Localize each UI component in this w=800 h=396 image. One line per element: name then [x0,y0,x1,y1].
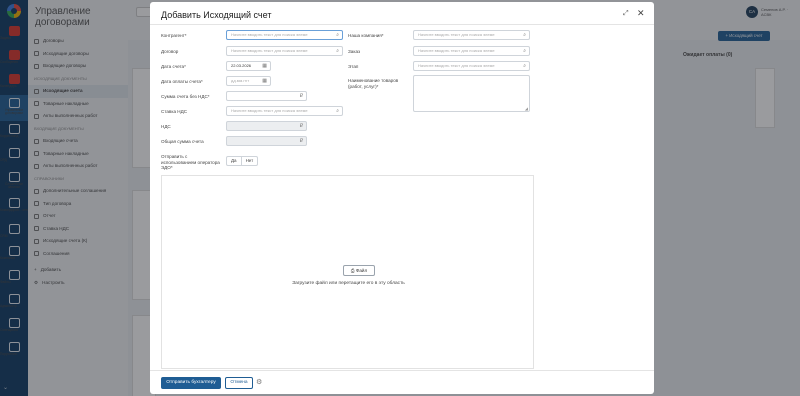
edo-label: Отправить с использованием оператора ЭДО… [161,154,220,170]
gear-icon[interactable]: ⚙ [256,379,262,387]
cancel-button[interactable]: Отмена [225,377,253,389]
total-label: Общая сумма счета [161,139,204,144]
resize-handle-icon[interactable]: ◢ [525,106,528,111]
vat-rate-label: Ставка НДС [161,109,188,114]
search-icon: ⌕ [523,48,526,54]
add-invoice-modal: Добавить Исходящий счет ⤢ ✕ Контрагент* … [150,2,654,394]
expand-icon[interactable]: ⤢ [623,10,629,18]
close-icon[interactable]: ✕ [637,8,645,19]
edo-no-option[interactable]: Нет [240,157,258,165]
send-to-accountant-button[interactable]: Отправить бухгалтеру [161,377,221,389]
modal-title: Добавить Исходящий счет [161,10,272,20]
modal-footer: Отправить бухгалтеру Отмена ⚙ [150,370,654,394]
stage-label: Этап [348,64,359,69]
contract-label: Договор [161,49,179,54]
modal-body: Контрагент* Начните вводить текст для по… [150,24,654,370]
search-icon: ⌕ [523,63,526,69]
contract-input[interactable]: Начните вводить текст для поиска элеме ⌕ [226,46,343,56]
our-company-input[interactable]: Начните вводить текст для поиска элеме ⌕ [413,30,530,40]
calendar-icon: ▦ [262,78,267,84]
order-label: Заказ [348,49,361,54]
contragent-input[interactable]: Начните вводить текст для поиска элеме ⌕ [226,30,343,40]
pay-date-input[interactable]: дд.мм.гггг ▦ [226,76,271,86]
goods-label: Наименование товаров (работ, услуг)* [348,78,399,89]
vat-input: ₽ [226,121,307,131]
contragent-label: Контрагент* [161,33,187,38]
dropzone-hint: Загрузите файл или перетащите его в эту … [292,281,405,286]
our-company-label: Наша компания* [348,33,384,38]
file-upload-button[interactable]: ⎙ Файл [343,265,375,276]
stage-input[interactable]: Начните вводить текст для поиска элеме ⌕ [413,61,530,71]
pay-date-label: Дата оплаты счета* [161,79,203,84]
vat-label: НДС [161,124,171,129]
search-icon: ⌕ [336,108,339,114]
search-icon: ⌕ [336,48,339,54]
sum-no-vat-label: Сумма счета без НДС* [161,94,210,99]
order-input[interactable]: Начните вводить текст для поиска элеме ⌕ [413,46,530,56]
calendar-icon: ▦ [262,63,267,69]
search-icon: ⌕ [523,32,526,38]
goods-textarea[interactable]: ◢ [413,75,530,112]
search-icon: ⌕ [336,32,339,38]
total-input: ₽ [226,136,307,146]
vat-rate-input[interactable]: Начните вводить текст для поиска элеме ⌕ [226,106,343,116]
file-dropzone[interactable]: ⎙ Файл Загрузите файл или перетащите его… [161,175,534,369]
invoice-date-label: Дата счета* [161,64,186,69]
sum-no-vat-input[interactable]: ₽ [226,91,307,101]
invoice-date-input[interactable]: 22.03.2026 ▦ [226,61,271,71]
edo-toggle[interactable]: Да Нет [226,156,259,166]
edo-yes-option[interactable]: Да [227,157,241,165]
